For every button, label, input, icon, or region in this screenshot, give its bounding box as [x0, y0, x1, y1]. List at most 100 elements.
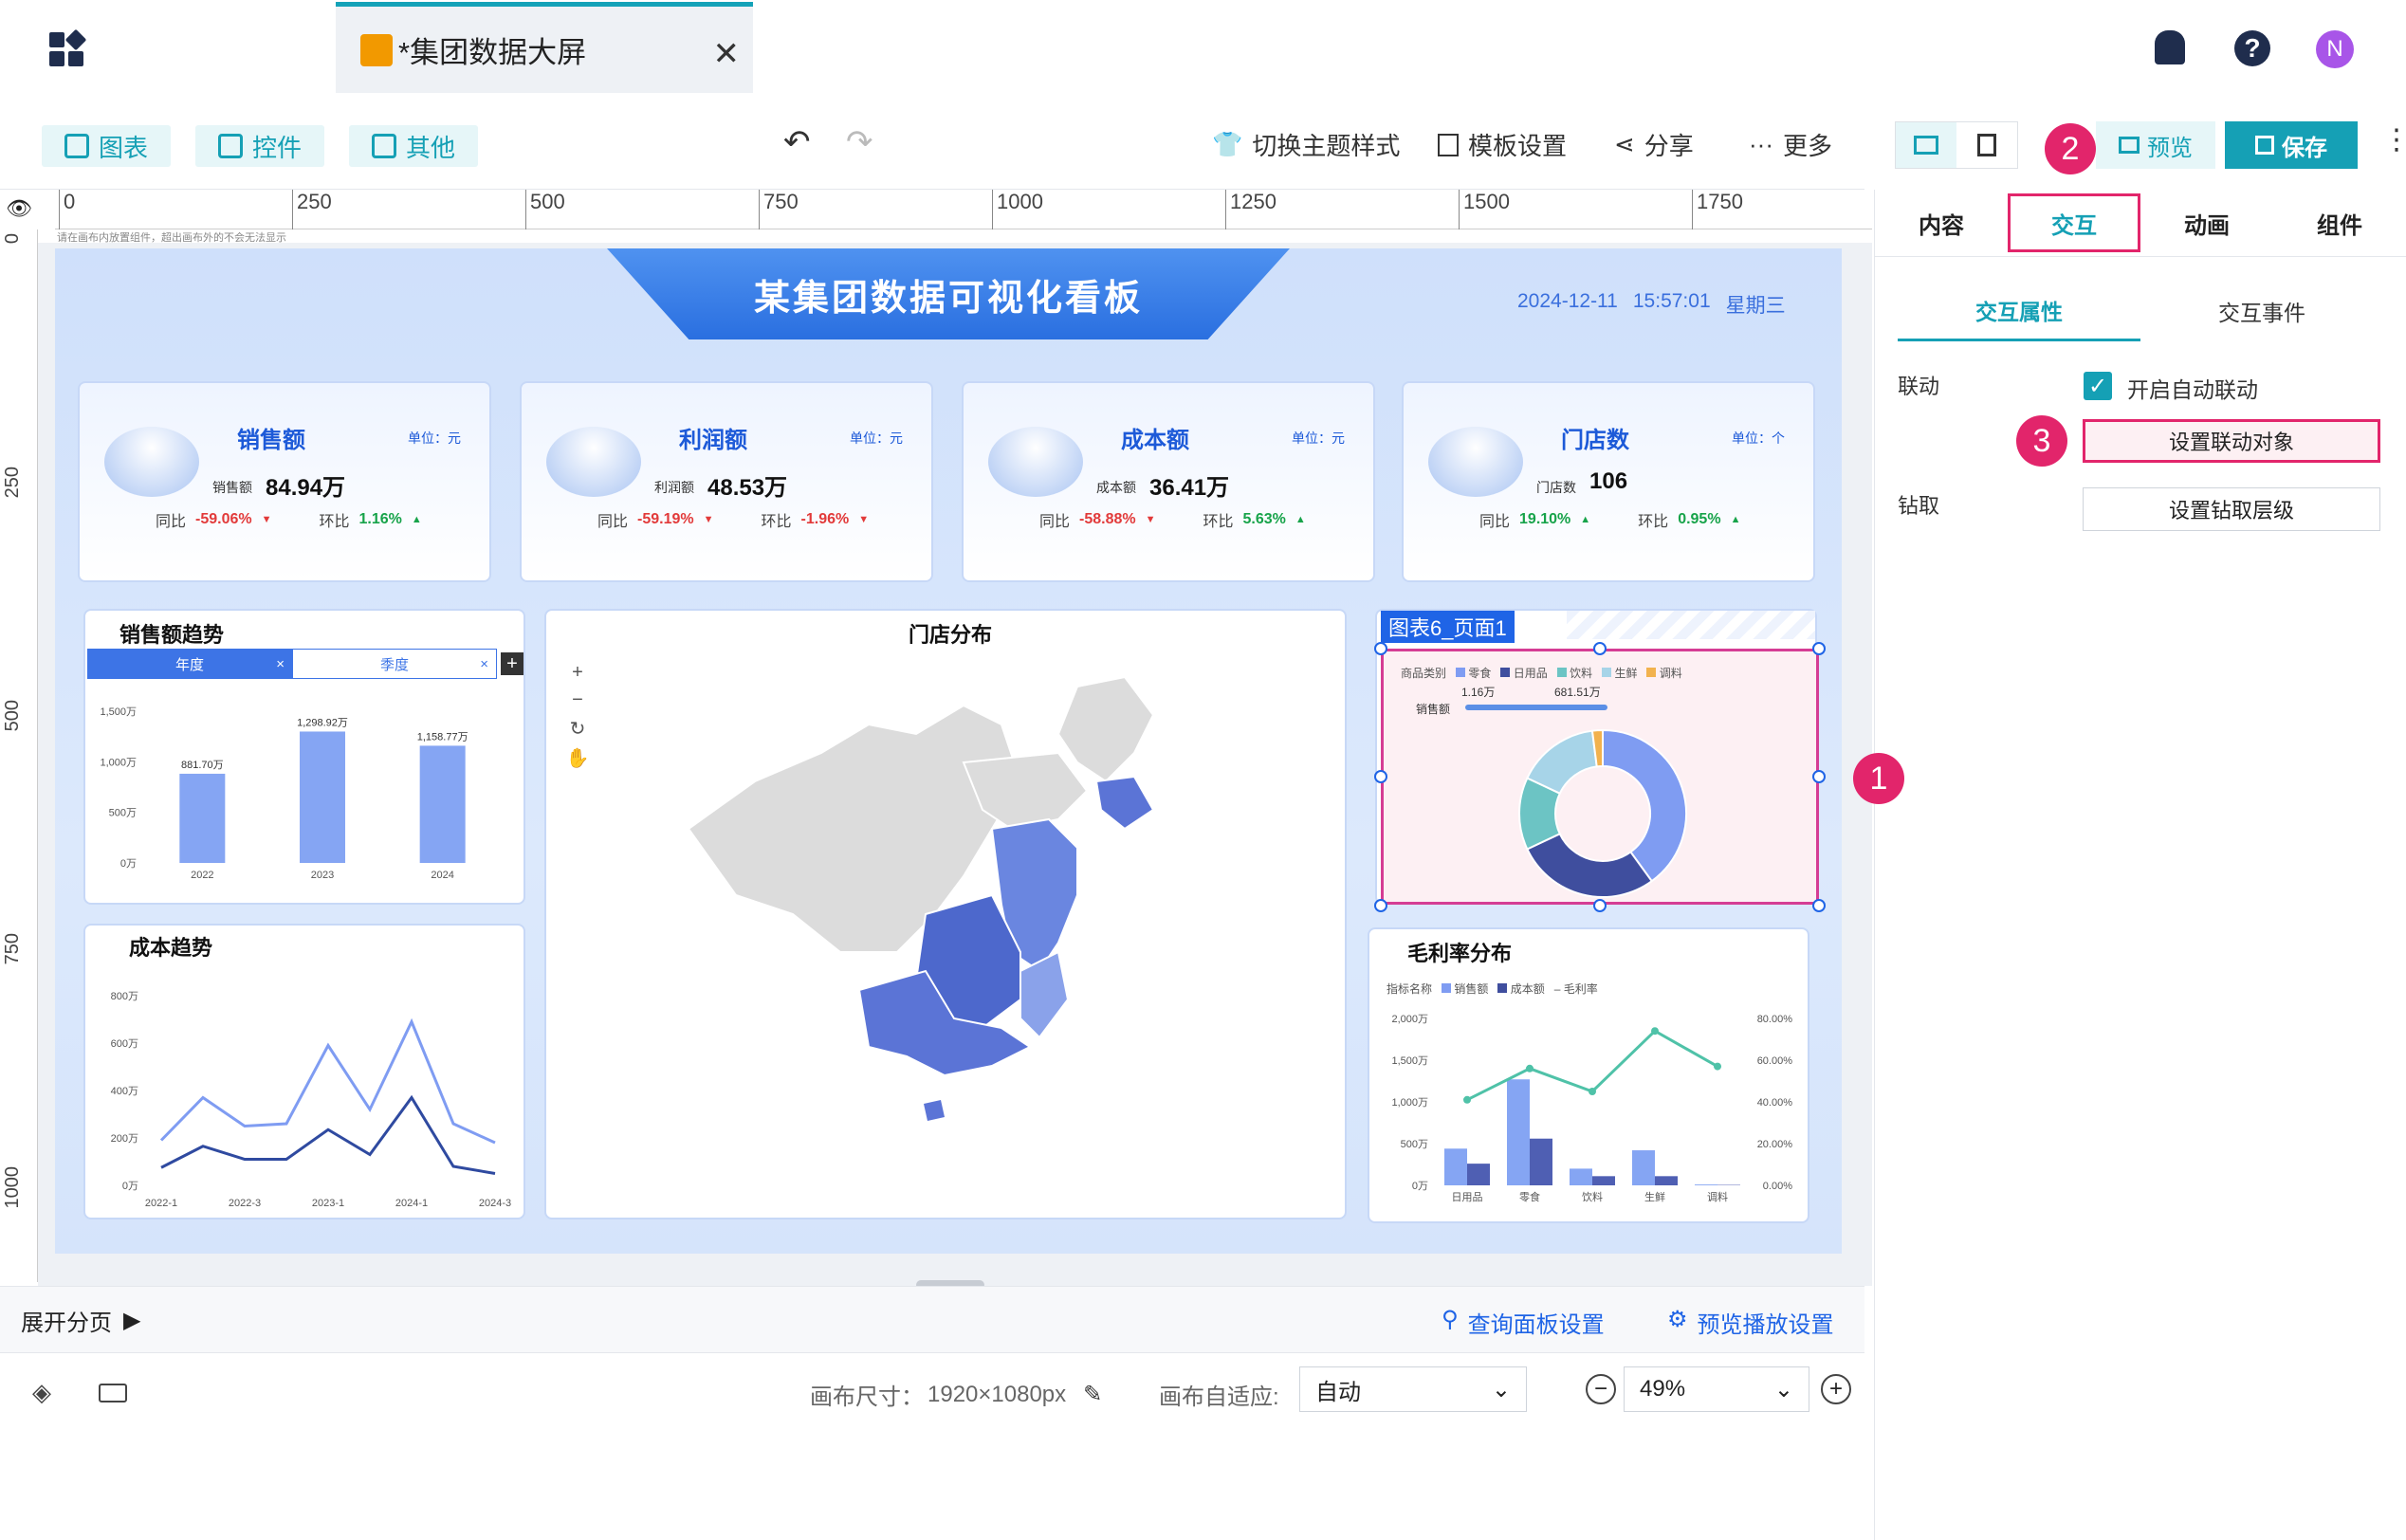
- chart-icon: [64, 134, 89, 158]
- other-button[interactable]: 其他: [349, 125, 478, 167]
- add-tab-icon[interactable]: +: [501, 652, 523, 675]
- kpi-card[interactable]: 门店数 单位：个 门店数 106 同比 19.10% ▲ 环比 0.95% ▲: [1402, 381, 1815, 582]
- subtab-properties[interactable]: 交互属性: [1898, 281, 2140, 341]
- trend-arrow-icon: ▼: [261, 514, 272, 525]
- layers-icon[interactable]: ◈: [32, 1378, 51, 1407]
- floppy-icon: [2255, 136, 2274, 155]
- margin-point-日用品: [1463, 1095, 1471, 1104]
- auto-link-checkbox[interactable]: ✓: [2084, 372, 2112, 400]
- app-grid-icon[interactable]: [49, 28, 87, 66]
- canvas-size: 画布尺寸： 1920×1080px ✎: [810, 1378, 1102, 1411]
- set-drill-level-button[interactable]: 设置钻取层级: [2083, 487, 2380, 531]
- ruler-tick: 1000: [2, 1166, 23, 1209]
- share-label: 分享: [1644, 132, 1694, 160]
- tab-component[interactable]: 组件: [2273, 190, 2406, 256]
- reset-icon[interactable]: ↻: [570, 717, 586, 741]
- theme-button[interactable]: 👕 切换主题样式: [1212, 127, 1400, 162]
- mobile-icon[interactable]: [1956, 122, 2017, 168]
- gross-margin-panel[interactable]: 毛利率分布 指标名称 销售额 成本额 – 毛利率 0万 500万 1,000万 1,5…: [1368, 927, 1809, 1223]
- sales-bar-chart: 0万 500万 1,000万 1,500万 881.70万 2022 1,298.92万 20…: [100, 706, 468, 881]
- resize-handle[interactable]: [1593, 899, 1607, 912]
- desktop-icon[interactable]: [1896, 122, 1956, 168]
- bar-sales-调料: [1695, 1184, 1717, 1185]
- template-label: 模板设置: [1468, 132, 1568, 160]
- set-link-target-button[interactable]: 设置联动对象: [2083, 419, 2380, 463]
- x-tick-label: 2023-1: [312, 1198, 344, 1209]
- resize-handle[interactable]: [1812, 770, 1826, 783]
- more-icon: ···: [1749, 130, 1773, 158]
- document-tab[interactable]: *集团数据大屏 ✕: [336, 2, 753, 93]
- close-icon[interactable]: ×: [480, 656, 488, 672]
- store-map-panel[interactable]: 门店分布 + − ↻ ✋: [544, 609, 1347, 1219]
- playback-settings-button[interactable]: ⚙ 预览播放设置: [1667, 1306, 1834, 1339]
- zoom-in-icon[interactable]: +: [1821, 1374, 1851, 1404]
- close-icon[interactable]: ✕: [713, 35, 741, 73]
- bar-sales-零食: [1507, 1079, 1530, 1185]
- resize-handle[interactable]: [1374, 770, 1387, 783]
- ruler-tick: 250: [2, 467, 23, 499]
- save-button[interactable]: 保存: [2225, 121, 2358, 169]
- resize-handle[interactable]: [1812, 642, 1826, 655]
- close-icon[interactable]: ×: [276, 656, 285, 672]
- resize-handle[interactable]: [1593, 642, 1607, 655]
- zoom-select[interactable]: 49% ⌄: [1624, 1366, 1809, 1412]
- cost-trend-panel[interactable]: 成本趋势 0万 200万 400万 600万 800万 2022-1 2022-3 2023-…: [83, 924, 525, 1219]
- avatar[interactable]: N: [2316, 30, 2354, 68]
- series-line-0: [159, 1018, 496, 1145]
- pane-divider: [1875, 256, 2406, 257]
- ruler-tick: 0: [59, 190, 75, 229]
- chart-button[interactable]: 图表: [42, 125, 171, 167]
- zoom-out-icon[interactable]: −: [1586, 1374, 1616, 1404]
- tab-interaction[interactable]: 交互: [2008, 193, 2140, 252]
- zoom-in-icon[interactable]: +: [572, 662, 583, 684]
- selected-component-frame[interactable]: 商品类别 零食 日用品 饮料 生鲜 调料 1.16万 681.51万 销售额: [1381, 649, 1819, 905]
- sales-trend-panel[interactable]: 销售额趋势 年度 × 季度 × + 0万 500万 1,000万 1,500万 881.70…: [83, 609, 525, 905]
- zoom-out-icon[interactable]: −: [572, 689, 583, 711]
- tab-animation[interactable]: 动画: [2140, 190, 2273, 256]
- preview-button[interactable]: 预览: [2096, 121, 2215, 169]
- template-button[interactable]: 模板设置: [1438, 127, 1567, 162]
- cost-line-chart: 0万 200万 400万 600万 800万 2022-1 2022-3 2023-1 2024…: [111, 991, 511, 1209]
- ruler-tick: 250: [292, 190, 332, 229]
- slider-label: 销售额: [1416, 703, 1451, 716]
- y-tick-label: 400万: [111, 1086, 138, 1097]
- pencil-icon[interactable]: ✎: [1083, 1381, 1102, 1408]
- resize-handle[interactable]: [1812, 899, 1826, 912]
- hand-icon[interactable]: ✋: [566, 746, 590, 770]
- map-region-hainan: [924, 1100, 945, 1121]
- redo-icon[interactable]: ↷: [846, 123, 873, 161]
- subtab-events[interactable]: 交互事件: [2140, 281, 2383, 341]
- season-tab[interactable]: 季度 ×: [292, 649, 497, 679]
- keyboard-icon[interactable]: [99, 1384, 127, 1402]
- playback-settings-label: 预览播放设置: [1697, 1312, 1834, 1338]
- resize-handle[interactable]: [1374, 642, 1387, 655]
- more-button[interactable]: ··· 更多: [1749, 127, 1832, 162]
- help-icon[interactable]: ?: [2234, 30, 2270, 66]
- yoy-label: 同比: [1479, 514, 1511, 530]
- kpi-card[interactable]: 成本额 单位：元 成本额 36.41万 同比 -58.88% ▼ 环比 5.63% ▲: [962, 381, 1375, 582]
- kebab-icon[interactable]: ⋮: [2382, 123, 2406, 156]
- range-slider[interactable]: [1465, 705, 1607, 710]
- yoy-label: 同比: [597, 514, 629, 530]
- visibility-icon[interactable]: 👁: [2, 192, 36, 226]
- bell-icon[interactable]: [2155, 30, 2185, 64]
- undo-icon[interactable]: ↶: [783, 123, 811, 161]
- query-panel-button[interactable]: ⚲ 查询面板设置: [1442, 1306, 1605, 1339]
- margin-point-饮料: [1589, 1088, 1596, 1095]
- canvas-fit-select[interactable]: 自动 ⌄: [1299, 1366, 1527, 1412]
- trend-arrow-icon: ▼: [703, 514, 714, 525]
- tab-content[interactable]: 内容: [1875, 190, 2008, 256]
- kpi-card[interactable]: 利润额 单位：元 利润额 48.53万 同比 -59.19% ▼ 环比 -1.96% ▼: [520, 381, 933, 582]
- resize-handle[interactable]: [1374, 899, 1387, 912]
- device-switch: [1895, 121, 2018, 169]
- control-button[interactable]: 控件: [195, 125, 324, 167]
- kpi-unit: 单位：元: [1292, 431, 1345, 446]
- year-tab[interactable]: 年度 ×: [87, 649, 292, 679]
- kpi-unit: 单位：元: [850, 431, 903, 446]
- expand-pages-button[interactable]: 展开分页 ▶: [21, 1304, 140, 1337]
- x-tick-label: 2024-1: [395, 1198, 428, 1209]
- x-tick-label: 2024-3: [479, 1198, 511, 1209]
- y-tick-label: 0万: [122, 1181, 138, 1192]
- kpi-card[interactable]: 销售额 单位：元 销售额 84.94万 同比 -59.06% ▼ 环比 1.16% ▲: [78, 381, 491, 582]
- share-button[interactable]: ⋖ 分享: [1614, 127, 1694, 162]
